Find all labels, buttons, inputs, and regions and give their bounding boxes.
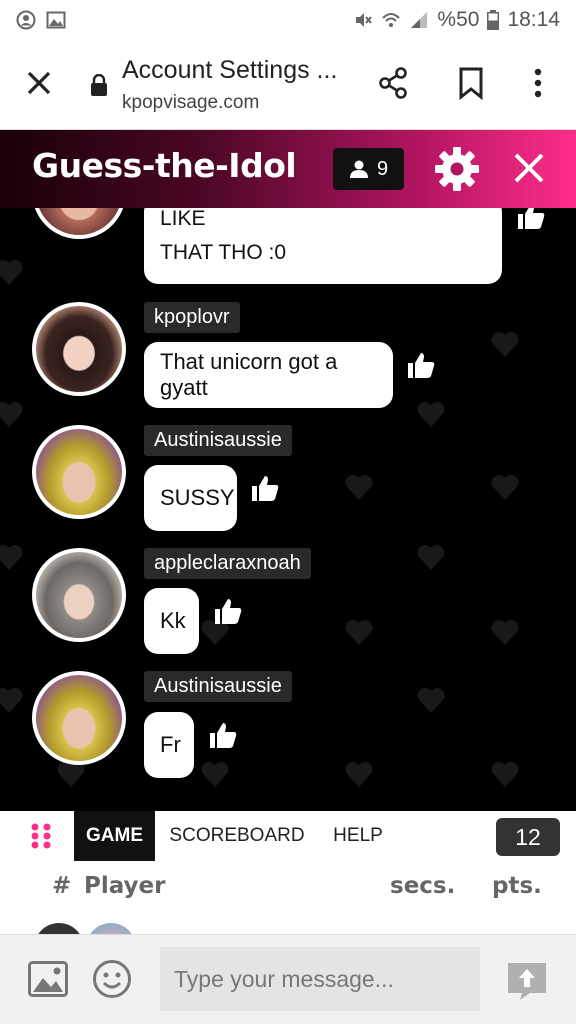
message-bubble: Kk <box>144 588 199 654</box>
username[interactable]: Austinisaussie <box>144 425 292 456</box>
emoji-icon[interactable] <box>92 959 132 999</box>
tab-help[interactable]: HELP <box>326 811 390 861</box>
thumbs-up-icon[interactable] <box>213 597 243 625</box>
status-left <box>16 10 66 30</box>
close-icon[interactable] <box>22 66 56 100</box>
grid-icon[interactable] <box>30 823 52 849</box>
mute-icon <box>356 13 373 27</box>
tab-game[interactable]: GAME <box>74 811 155 861</box>
bookmark-icon[interactable] <box>456 66 486 100</box>
player-count-badge[interactable]: 9 <box>333 148 404 190</box>
avatar[interactable] <box>32 302 126 396</box>
close-game-icon[interactable] <box>508 147 550 189</box>
signal-icon <box>411 12 428 28</box>
lock-icon <box>91 74 107 96</box>
username[interactable]: kpoplovr <box>144 302 240 333</box>
chat-area[interactable]: WHY IS HE TAGGING STUFF LIKE THAT THO :0… <box>0 208 576 811</box>
message-text: That unicorn got a gyatt <box>160 349 338 400</box>
image-icon <box>46 11 66 29</box>
thumbs-up-icon[interactable] <box>208 721 238 749</box>
message-bubble: SUSSY <box>144 465 237 531</box>
message-bubble: WHY IS HE TAGGING STUFF LIKE THAT THO :0 <box>144 208 502 284</box>
heart-icon <box>345 762 373 787</box>
page-title[interactable]: Account Settings ... <box>122 56 337 85</box>
battery-icon <box>487 10 500 30</box>
heart-icon <box>345 620 373 645</box>
col-pts: pts. <box>492 873 542 899</box>
message-line: WHY IS HE TAGGING STUFF LIKE <box>160 208 206 230</box>
heart-icon <box>417 545 445 570</box>
send-icon[interactable] <box>506 961 548 1001</box>
wifi-icon <box>382 13 401 27</box>
clock: 18:14 <box>507 8 560 31</box>
browser-toolbar: Account Settings ... kpopvisage.com <box>0 40 576 130</box>
person-icon <box>349 160 368 178</box>
heart-icon <box>491 475 519 500</box>
heart-icon <box>345 475 373 500</box>
message-text: Fr <box>160 732 181 757</box>
thumbs-up-icon[interactable] <box>406 351 436 379</box>
avatar[interactable] <box>32 548 126 642</box>
avatar[interactable] <box>32 671 126 765</box>
message-text: Kk <box>160 608 186 633</box>
gear-icon[interactable] <box>434 146 480 192</box>
avatar[interactable] <box>32 208 126 239</box>
col-player: Player <box>84 873 166 899</box>
heart-icon <box>491 620 519 645</box>
heart-icon <box>491 332 519 357</box>
image-upload-icon[interactable] <box>28 961 68 997</box>
status-bar: %50 18:14 <box>0 0 576 40</box>
heart-icon <box>0 545 23 570</box>
page-url[interactable]: kpopvisage.com <box>122 92 259 114</box>
player-count: 9 <box>376 157 389 180</box>
share-icon[interactable] <box>376 66 410 100</box>
username[interactable]: Austinisaussie <box>144 671 292 702</box>
thumbs-up-icon[interactable] <box>516 208 546 230</box>
message-line: THAT THO :0 <box>160 241 287 264</box>
heart-icon <box>201 762 229 787</box>
heart-icon <box>0 260 23 285</box>
message-input[interactable] <box>160 947 480 1011</box>
tab-scoreboard[interactable]: SCOREBOARD <box>168 811 306 861</box>
heart-icon <box>0 688 23 713</box>
col-secs: secs. <box>390 873 456 899</box>
status-right: %50 18:14 <box>353 8 560 32</box>
account-circle-icon <box>16 10 36 30</box>
col-rank: # <box>52 873 72 899</box>
message-composer <box>0 934 576 1024</box>
avatar[interactable] <box>32 425 126 519</box>
message-bubble: That unicorn got a gyatt <box>144 342 393 408</box>
battery-percent: %50 <box>437 8 480 31</box>
message-text: SUSSY <box>160 485 235 510</box>
username[interactable]: appleclaraxnoah <box>144 548 311 579</box>
heart-icon <box>417 402 445 427</box>
heart-icon <box>491 762 519 787</box>
scoreboard-header: # Player secs. pts. <box>0 861 576 935</box>
tab-bar: GAME SCOREBOARD HELP 12 <box>0 811 576 861</box>
game-header: Guess-the-Idol 9 <box>0 130 576 208</box>
thumbs-up-icon[interactable] <box>250 474 280 502</box>
heart-icon <box>0 402 23 427</box>
message-bubble: Fr <box>144 712 194 778</box>
more-vert-icon[interactable] <box>528 66 548 100</box>
round-count-badge: 12 <box>496 818 560 856</box>
game-title: Guess-the-Idol <box>32 146 297 185</box>
heart-icon <box>417 688 445 713</box>
